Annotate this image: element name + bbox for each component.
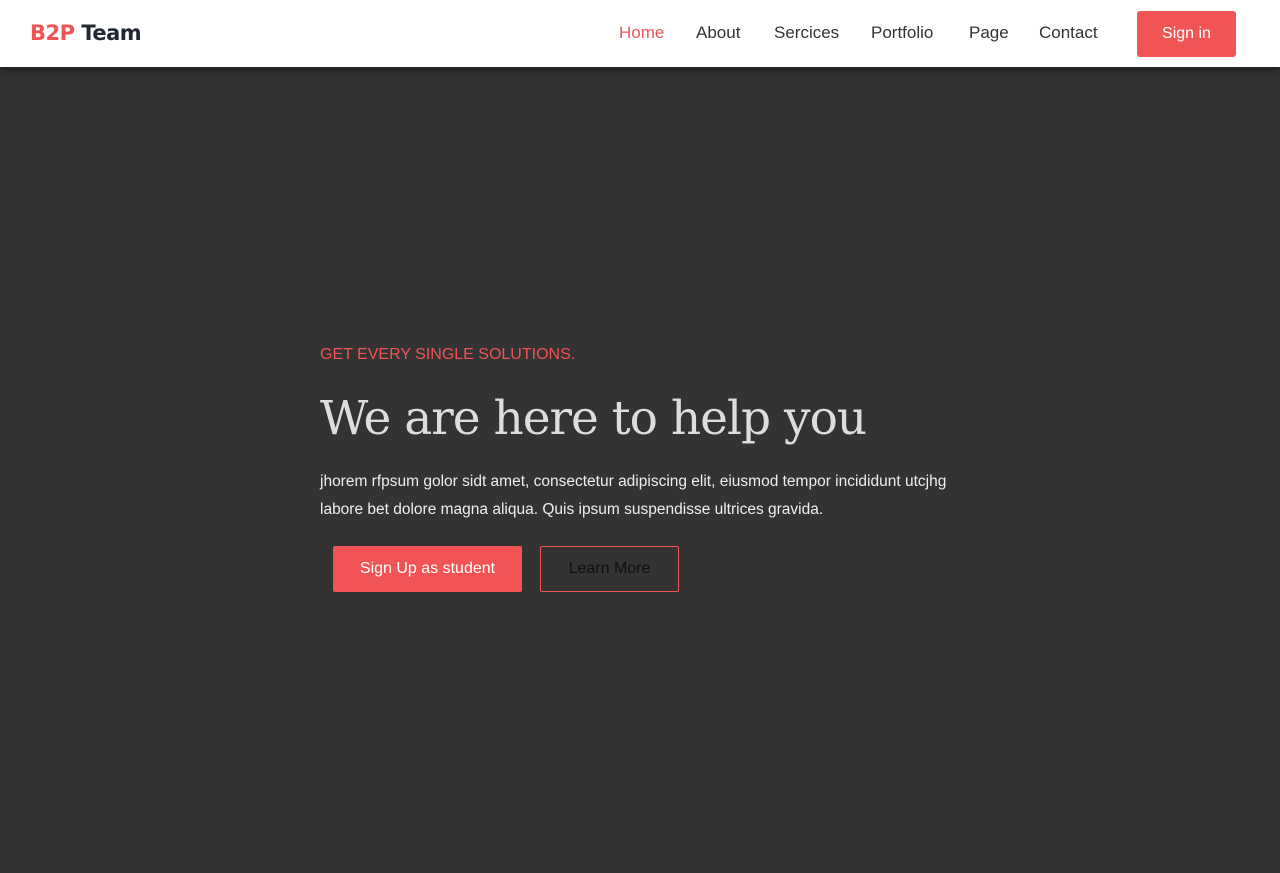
nav-link-contact[interactable]: Contact [1039, 22, 1098, 44]
main-nav: Home About Sercices Portfolio Page Conta… [0, 22, 1280, 46]
sign-up-student-button[interactable]: Sign Up as student [333, 546, 522, 592]
sign-in-button[interactable]: Sign in [1137, 11, 1236, 57]
top-navbar: B2P Team Home About Sercices Portfolio P… [0, 0, 1280, 67]
hero-headline: We are here to help you [320, 391, 867, 446]
nav-link-page[interactable]: Page [969, 22, 1009, 44]
nav-link-services[interactable]: Sercices [774, 22, 839, 44]
nav-link-about[interactable]: About [696, 22, 740, 44]
hero-description: jhorem rfpsum golor sidt amet, consectet… [320, 473, 947, 518]
learn-more-button[interactable]: Learn More [540, 546, 679, 592]
nav-link-portfolio[interactable]: Portfolio [871, 22, 933, 44]
hero-eyebrow: GET EVERY SINGLE SOLUTIONS. [320, 346, 576, 363]
nav-link-home[interactable]: Home [619, 22, 664, 44]
